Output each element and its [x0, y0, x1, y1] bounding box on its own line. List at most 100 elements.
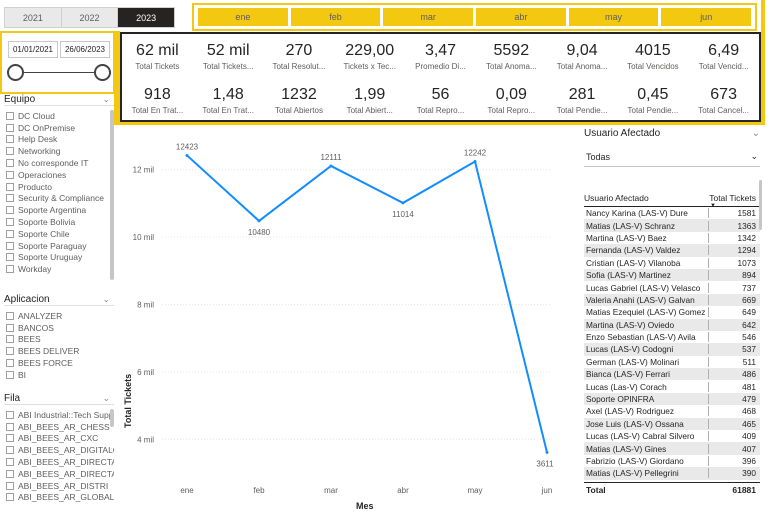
checkbox[interactable] — [6, 206, 14, 215]
table-row[interactable]: Lucas (Las-V) Corach 481 — [584, 380, 760, 392]
checkbox[interactable] — [6, 253, 14, 262]
checkbox[interactable] — [6, 182, 14, 191]
chevron-down-icon[interactable]: ⌄ — [102, 393, 110, 404]
table-row[interactable]: Lucas Gabriel (LAS-V) Velasco 737 — [584, 281, 760, 293]
year-option-2022[interactable]: 2022 — [61, 8, 119, 27]
equipo-option[interactable]: DC OnPremise — [4, 122, 114, 134]
fila-option[interactable]: ABI_BEES_AR_CXC — [4, 433, 114, 445]
checkbox[interactable] — [6, 170, 14, 179]
checkbox[interactable] — [6, 469, 14, 478]
chevron-down-icon[interactable]: ⌄ — [102, 94, 110, 105]
table-row[interactable]: Bianca (LAS-V) Ferrari 486 — [584, 368, 760, 381]
fila-scrollbar[interactable] — [110, 409, 114, 427]
table-row[interactable]: Cristian (LAS-V) Vilanoba 1073 — [584, 257, 760, 269]
start-date-handle[interactable] — [7, 64, 24, 81]
table-row[interactable]: Jose Luis (LAS-V) Ossana 465 — [584, 417, 760, 431]
usuario-dropdown[interactable]: Todas ⌄ — [584, 147, 760, 167]
checkbox[interactable] — [6, 422, 14, 431]
equipo-option[interactable]: Operaciones — [4, 169, 114, 181]
checkbox[interactable] — [6, 135, 14, 144]
checkbox[interactable] — [6, 446, 14, 455]
fila-slicer-header[interactable]: Fila ⌄ — [4, 393, 114, 405]
table-row[interactable]: Nancy Karina (LAS-V) Dure 1581 — [584, 207, 760, 219]
checkbox[interactable] — [6, 458, 14, 467]
start-date-input[interactable]: 01/01/2021 — [8, 41, 58, 58]
year-option-2021[interactable]: 2021 — [5, 8, 62, 27]
aplicacion-slicer-header[interactable]: Aplicacion ⌄ — [4, 294, 114, 306]
aplicacion-option[interactable]: ANALYZER — [4, 310, 114, 322]
checkbox[interactable] — [6, 147, 14, 156]
column-header-usuario[interactable]: Usuario Afectado — [584, 193, 708, 206]
fila-option[interactable]: ABI_BEES_AR_GLOBAL_D... — [4, 492, 114, 504]
equipo-option[interactable]: Security & Compliance — [4, 193, 114, 205]
checkbox[interactable] — [6, 347, 14, 356]
table-row[interactable]: Matias (LAS-V) Schranz 1363 — [584, 219, 760, 232]
aplicacion-option[interactable]: BEES DELIVER — [4, 345, 114, 357]
checkbox[interactable] — [6, 410, 14, 419]
table-row[interactable]: Fernanda (LAS-V) Valdez 1294 — [584, 244, 760, 257]
end-date-input[interactable]: 26/06/2023 — [60, 41, 110, 58]
equipo-option[interactable]: Soporte Argentina — [4, 204, 114, 216]
month-option-feb[interactable]: feb — [290, 8, 381, 26]
year-option-2023[interactable]: 2023 — [118, 8, 175, 27]
table-row[interactable]: Martina (LAS-V) Oviedo 642 — [584, 318, 760, 331]
month-option-ene[interactable]: ene — [198, 8, 288, 26]
aplicacion-option[interactable]: BEES FORCE — [4, 357, 114, 369]
checkbox[interactable] — [6, 159, 14, 168]
fila-option[interactable]: ABI_BEES_AR_DIGITALC... — [4, 444, 114, 456]
table-row[interactable]: Axel (LAS-V) Rodriguez 468 — [584, 405, 760, 417]
checkbox[interactable] — [6, 335, 14, 344]
table-row[interactable]: Matias Ezequiel (LAS-V) Gomez 649 — [584, 306, 760, 318]
checkbox[interactable] — [6, 370, 14, 379]
checkbox[interactable] — [6, 111, 14, 120]
table-row[interactable]: Martina (LAS-V) Baez 1342 — [584, 232, 760, 244]
checkbox[interactable] — [6, 241, 14, 250]
checkbox[interactable] — [6, 311, 14, 320]
month-option-abr[interactable]: abr — [476, 8, 566, 26]
checkbox[interactable] — [6, 194, 14, 203]
equipo-option[interactable]: Help Desk — [4, 134, 114, 146]
checkbox[interactable] — [6, 359, 14, 368]
aplicacion-option[interactable]: BANCOS — [4, 322, 114, 334]
table-row[interactable]: German (LAS-V) Molinari 511 — [584, 356, 760, 368]
chevron-down-icon[interactable]: ⌄ — [102, 294, 110, 305]
checkbox[interactable] — [6, 265, 14, 274]
checkbox[interactable] — [6, 229, 14, 238]
table-row[interactable]: Lucas (LAS-V) Cabral Silvero 409 — [584, 430, 760, 442]
equipo-option[interactable]: No corresponde IT — [4, 157, 114, 169]
end-date-handle[interactable] — [94, 64, 111, 81]
equipo-option[interactable]: Soporte Uruguay — [4, 252, 114, 264]
chevron-down-icon[interactable]: ⌄ — [752, 128, 760, 142]
table-row[interactable]: Matias (LAS-V) Gines 407 — [584, 442, 760, 455]
equipo-option[interactable]: Producto — [4, 181, 114, 193]
fila-option[interactable]: ABI_BEES_AR_DISTRI — [4, 480, 114, 492]
equipo-option[interactable]: Soporte Chile — [4, 228, 114, 240]
checkbox[interactable] — [6, 218, 14, 227]
month-option-may[interactable]: may — [568, 8, 659, 26]
month-option-jun[interactable]: jun — [661, 8, 752, 26]
aplicacion-option[interactable]: BEES — [4, 334, 114, 346]
equipo-option[interactable]: Workday — [4, 263, 114, 275]
table-row[interactable]: Enzo Sebastian (LAS-V) Avila 546 — [584, 331, 760, 343]
checkbox[interactable] — [6, 123, 14, 132]
table-row[interactable]: Matias (LAS-V) Pellegrini 390 — [584, 467, 760, 480]
checkbox[interactable] — [6, 481, 14, 490]
equipo-scrollbar[interactable] — [110, 110, 114, 280]
equipo-slicer-header[interactable]: Equipo ⌄ — [4, 94, 114, 106]
equipo-option[interactable]: Soporte Bolivia — [4, 216, 114, 228]
fila-option[interactable]: ABI_BEES_AR_DIRECTAS — [4, 456, 114, 468]
table-row[interactable]: Lucas (LAS-V) Codogni 537 — [584, 343, 760, 356]
month-option-mar[interactable]: mar — [383, 8, 474, 26]
fila-option[interactable]: ABI_BEES_AR_DIRECTAS_... — [4, 468, 114, 480]
table-scrollbar[interactable] — [759, 180, 762, 230]
table-row[interactable]: Valeria Anahi (LAS-V) Galvan 669 — [584, 293, 760, 307]
fila-option[interactable]: ABI_BEES_AR_CHESS — [4, 421, 114, 433]
checkbox[interactable] — [6, 434, 14, 443]
equipo-option[interactable]: DC Cloud — [4, 110, 114, 122]
table-row[interactable]: Sofia (LAS-V) Martinez 894 — [584, 268, 760, 282]
equipo-option[interactable]: Soporte Paraguay — [4, 240, 114, 252]
fila-option[interactable]: ABI Industrial::Tech Supp... — [4, 409, 114, 421]
aplicacion-option[interactable]: BI — [4, 369, 114, 381]
table-row[interactable]: Soporte OPINFRA 479 — [584, 392, 760, 406]
equipo-option[interactable]: Networking — [4, 145, 114, 157]
